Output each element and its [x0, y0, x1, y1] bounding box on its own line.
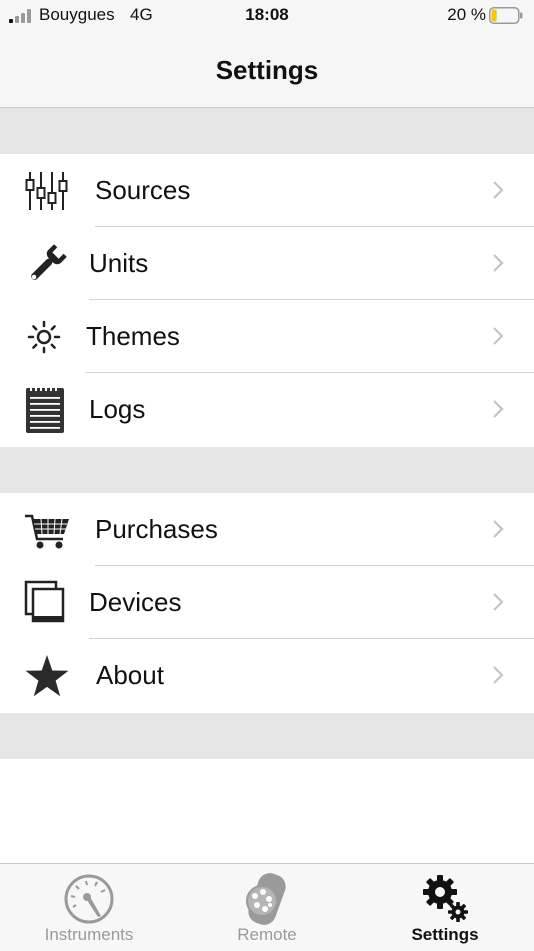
tab-label: Remote — [237, 925, 297, 944]
settings-group-general: Sources Units Themes Logs — [0, 154, 534, 447]
devices-icon — [24, 580, 65, 623]
chevron-right-icon — [493, 181, 504, 199]
settings-row-purchases[interactable]: Purchases — [0, 493, 534, 566]
gauge-icon — [64, 874, 114, 924]
tab-label: Settings — [411, 925, 479, 944]
notepad-icon — [26, 387, 64, 433]
settings-row-themes[interactable]: Themes — [0, 300, 534, 373]
battery-percent: 20 % — [447, 5, 486, 24]
settings-row-sources[interactable]: Sources — [0, 154, 534, 227]
battery-icon — [489, 7, 523, 24]
section-spacer — [0, 447, 534, 493]
tab-settings[interactable]: Settings — [356, 864, 534, 951]
tab-label: Instruments — [44, 925, 134, 944]
settings-row-label: About — [96, 660, 164, 690]
tab-instruments[interactable]: Instruments — [0, 864, 178, 951]
status-bar: Bouygues 4G 18:08 20 % — [0, 0, 534, 30]
settings-row-label: Logs — [89, 394, 146, 424]
section-spacer — [0, 713, 534, 759]
sun-icon — [27, 320, 61, 354]
chevron-right-icon — [493, 666, 504, 684]
settings-row-units[interactable]: Units — [0, 227, 534, 300]
settings-row-label: Sources — [95, 175, 191, 205]
settings-row-about[interactable]: About — [0, 639, 534, 712]
tab-bar: Instruments Remote Settings — [0, 863, 534, 951]
settings-group-account: Purchases Devices About — [0, 493, 534, 713]
star-icon — [25, 655, 69, 697]
sliders-icon — [25, 172, 68, 210]
navigation-bar: Settings — [0, 30, 534, 108]
settings-row-logs[interactable]: Logs — [0, 373, 534, 446]
chevron-right-icon — [493, 593, 504, 611]
section-spacer — [0, 108, 534, 154]
settings-row-label: Devices — [89, 587, 182, 617]
chevron-right-icon — [493, 254, 504, 272]
settings-row-devices[interactable]: Devices — [0, 566, 534, 639]
settings-row-label: Units — [89, 248, 149, 278]
chevron-right-icon — [493, 400, 504, 418]
chevron-right-icon — [493, 520, 504, 538]
settings-row-label: Themes — [86, 321, 180, 351]
wrench-icon — [31, 244, 67, 280]
gears-icon — [423, 875, 468, 922]
cart-icon — [25, 514, 69, 549]
chevron-right-icon — [493, 327, 504, 345]
tab-remote[interactable]: Remote — [178, 864, 356, 951]
remote-icon — [246, 873, 286, 925]
settings-row-label: Purchases — [95, 514, 218, 544]
page-title: Settings — [215, 55, 319, 85]
